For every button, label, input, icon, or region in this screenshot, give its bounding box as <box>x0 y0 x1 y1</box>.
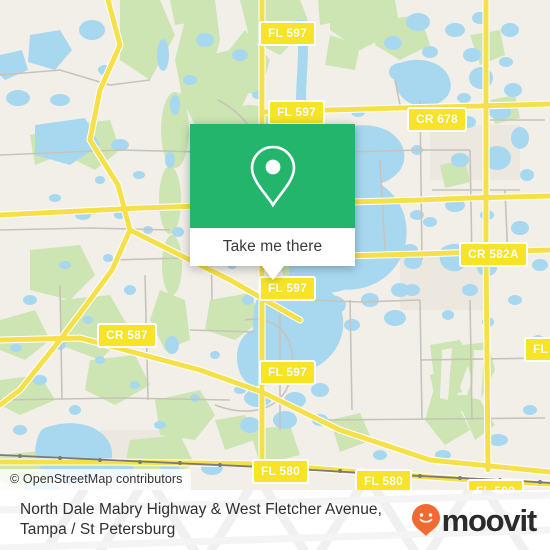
popup-action-area[interactable]: Take me there <box>190 228 355 280</box>
screenshot-root: FL 597 FL 597 CR 678 CR 582A FL 597 CR 5… <box>0 0 550 550</box>
take-me-there-label: Take me there <box>222 238 323 255</box>
map-pin-icon <box>250 145 295 208</box>
location-popup[interactable]: Take me there <box>190 124 355 280</box>
caption-bar: North Dale Mabry Highway & West Fletcher… <box>0 490 550 550</box>
road-shield-cr587[interactable]: CR 587 <box>97 323 157 348</box>
road-shield-fl5-right[interactable]: FL 5 <box>524 337 550 362</box>
road-shield-fl597-upper[interactable]: FL 597 <box>268 100 325 125</box>
caption-content: North Dale Mabry Highway & West Fletcher… <box>0 490 550 550</box>
road-shield-fl597-top[interactable]: FL 597 <box>259 21 316 46</box>
moovit-wordmark: moovit <box>441 502 538 538</box>
popup-icon-area <box>190 124 355 228</box>
road-shield-fl580-left[interactable]: FL 580 <box>252 459 309 484</box>
road-shield-cr678[interactable]: CR 678 <box>407 107 467 132</box>
location-title-line1: North Dale Mabry Highway & West Fletcher… <box>20 501 382 519</box>
location-title: North Dale Mabry Highway & West Fletcher… <box>20 500 405 540</box>
moovit-smiley-pin-icon <box>411 504 440 536</box>
osm-attribution[interactable]: © OpenStreetMap contributors <box>0 469 191 490</box>
road-shield-fl597-lower[interactable]: FL 597 <box>259 360 316 385</box>
road-shield-fl580-right[interactable]: FL 580 <box>467 479 524 490</box>
road-shield-cr582a[interactable]: CR 582A <box>459 242 528 267</box>
popup-pointer-tail <box>261 266 284 280</box>
moovit-brand[interactable]: moovit <box>411 502 538 538</box>
location-title-line2: Tampa / St Petersburg <box>20 521 176 538</box>
road-shield-fl580-mid[interactable]: FL 580 <box>355 469 412 490</box>
